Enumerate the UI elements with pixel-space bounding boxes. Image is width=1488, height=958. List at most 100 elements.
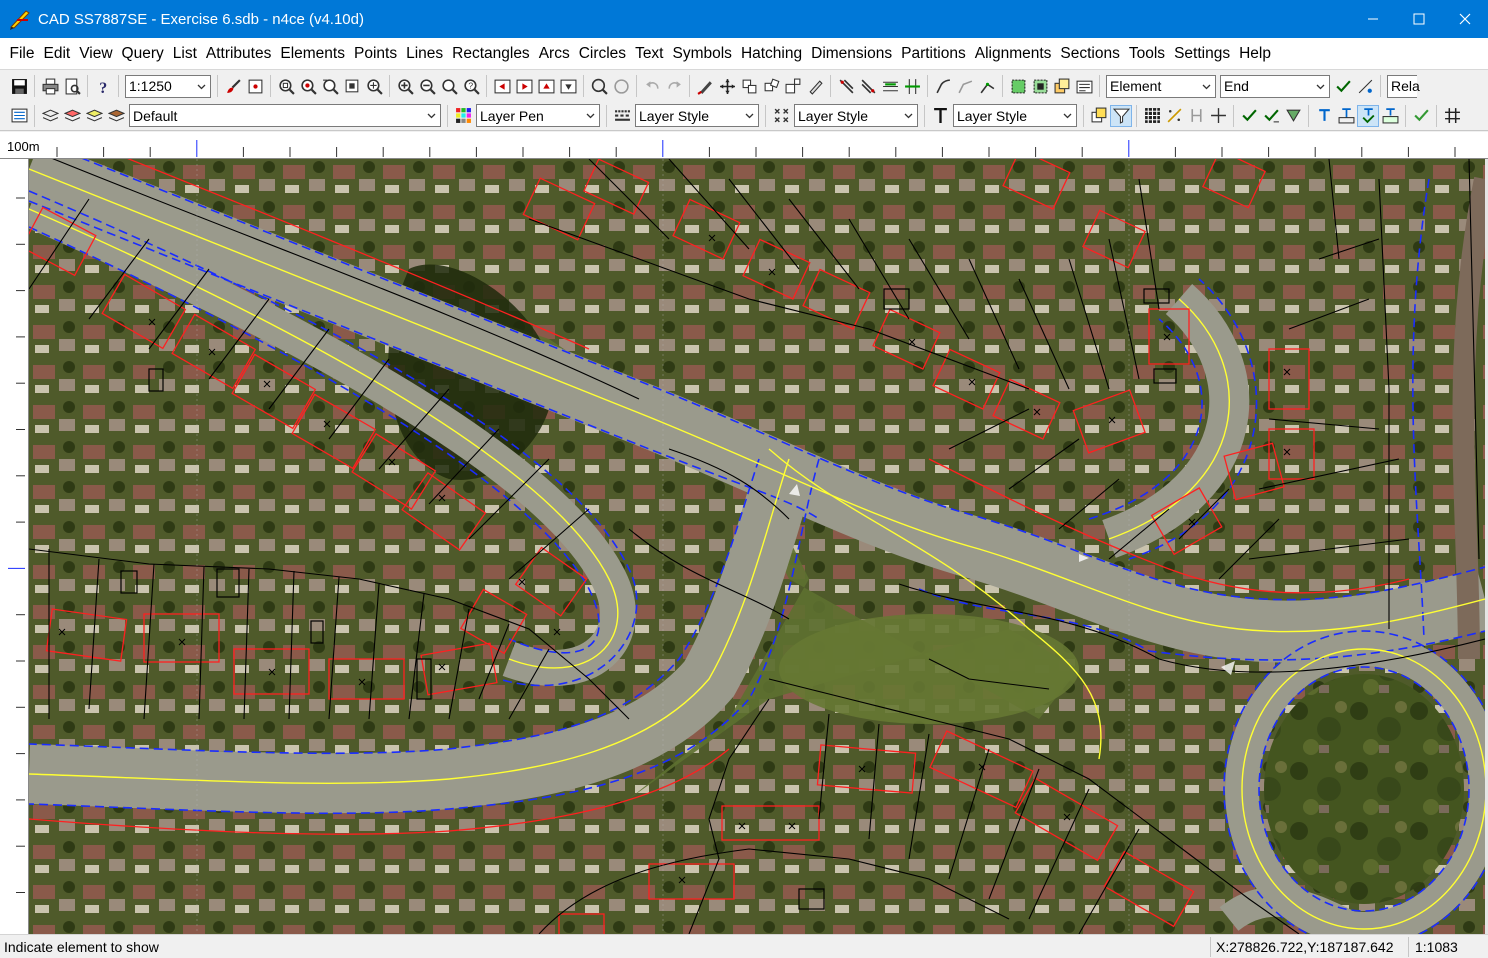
filter-button[interactable] [1110,104,1132,127]
trim-button[interactable] [835,75,857,97]
drawing-canvas[interactable] [29,159,1485,934]
menu-sections[interactable]: Sections [1056,38,1124,70]
properties-button[interactable] [1073,75,1095,97]
menu-symbols[interactable]: Symbols [668,38,736,70]
pen-palette-icon-button[interactable] [452,105,474,127]
point-style-icon-button[interactable] [770,105,792,127]
menu-tools[interactable]: Tools [1124,38,1169,70]
relative-select[interactable]: Rela [1387,74,1420,98]
crosshair-button[interactable] [1207,105,1229,127]
undo-button[interactable] [641,75,663,97]
redo-button[interactable] [663,75,685,97]
menu-edit[interactable]: Edit [39,38,75,70]
layer-lock-button[interactable] [83,105,105,127]
point-style-select[interactable]: Layer Style [794,104,918,127]
help-button[interactable]: ? [92,75,114,97]
grid-snap-points-button[interactable] [1163,105,1185,127]
menu-dimensions[interactable]: Dimensions [807,38,897,70]
snap-on-button[interactable] [1332,75,1354,97]
check-line-button[interactable] [1238,105,1260,127]
edit-pencil-button[interactable] [804,75,826,97]
pan-down-button[interactable] [557,75,579,97]
zoom-realtime-button[interactable] [438,75,460,97]
maximize-button[interactable] [1396,0,1442,38]
snap-grid-button[interactable] [1141,105,1163,127]
text-box-button[interactable] [1379,105,1401,127]
snap-settings-button[interactable] [1354,75,1376,97]
zoom-query-button[interactable]: ? [460,75,482,97]
menu-text[interactable]: Text [631,38,668,70]
pen-select[interactable]: Layer Pen [476,104,600,127]
menu-hatching[interactable]: Hatching [736,38,806,70]
text-baseline-button[interactable] [1335,105,1357,127]
snap-mode-select[interactable]: End [1220,74,1330,98]
text-style-select[interactable]: Layer Style [953,104,1077,127]
menu-view[interactable]: View [75,38,117,70]
offset-button[interactable] [879,75,901,97]
line-style-select[interactable]: Layer Style [635,104,759,127]
ortho-button[interactable] [1185,105,1207,127]
window-select-button[interactable] [244,75,266,97]
find-next-button[interactable] [610,75,632,97]
menu-help[interactable]: Help [1235,38,1276,70]
pan-left-button[interactable] [491,75,513,97]
layer-manager-button[interactable] [8,105,30,127]
join-button[interactable] [976,75,998,97]
menu-alignments[interactable]: Alignments [970,38,1056,70]
menu-attributes[interactable]: Attributes [201,38,275,70]
line-style-icon-button[interactable] [611,105,633,127]
text-above-button[interactable] [1313,105,1335,127]
scale-select[interactable]: 1:1250 [125,74,211,98]
print-button[interactable] [39,75,61,97]
layer-freeze-button[interactable] [105,105,127,127]
copy-button[interactable] [738,75,760,97]
zoom-out-button[interactable] [416,75,438,97]
text-style-icon-button[interactable] [929,105,951,127]
chamfer-button[interactable] [954,75,976,97]
find-button[interactable] [588,75,610,97]
rotate-button[interactable] [760,75,782,97]
menu-elements[interactable]: Elements [276,38,350,70]
save-button[interactable] [8,75,30,97]
zoom-selection-button[interactable] [363,75,385,97]
snap-select[interactable]: Element [1106,74,1216,98]
close-button[interactable] [1442,0,1488,38]
menu-settings[interactable]: Settings [1170,38,1235,70]
layers-button[interactable] [1051,75,1073,97]
zoom-all-button[interactable] [275,75,297,97]
menu-rectangles[interactable]: Rectangles [448,38,535,70]
print-preview-button[interactable] [61,75,83,97]
fillet-button[interactable] [932,75,954,97]
check-arrow-button[interactable] [1260,105,1282,127]
check-shield-button[interactable] [1282,105,1304,127]
extend-button[interactable] [857,75,879,97]
menu-points[interactable]: Points [349,38,401,70]
layer-select[interactable]: Default [129,104,441,127]
zoom-extents-button[interactable] [341,75,363,97]
menu-query[interactable]: Query [117,38,168,70]
check-all-button[interactable] [1410,105,1432,127]
hash-grid-button[interactable] [1441,105,1463,127]
menu-lines[interactable]: Lines [402,38,448,70]
menu-list[interactable]: List [168,38,201,70]
pan-up-button[interactable] [535,75,557,97]
select-all-button[interactable] [1007,75,1029,97]
select-window-button[interactable] [1029,75,1051,97]
zoom-window-button[interactable] [297,75,319,97]
break-button[interactable] [901,75,923,97]
minimize-button[interactable] [1350,0,1396,38]
layer-off-button[interactable] [61,105,83,127]
redraw-button[interactable] [222,75,244,97]
draw-pen-button[interactable] [694,75,716,97]
pan-right-button[interactable] [513,75,535,97]
menu-file[interactable]: File [5,38,39,70]
zoom-in-button[interactable] [394,75,416,97]
move-button[interactable] [716,75,738,97]
draw-order-button[interactable] [1088,105,1110,127]
menu-arcs[interactable]: Arcs [534,38,574,70]
layer-on-button[interactable] [39,105,61,127]
menu-circles[interactable]: Circles [574,38,630,70]
scale-button[interactable] [782,75,804,97]
zoom-previous-button[interactable] [319,75,341,97]
text-check-button[interactable] [1357,104,1379,127]
